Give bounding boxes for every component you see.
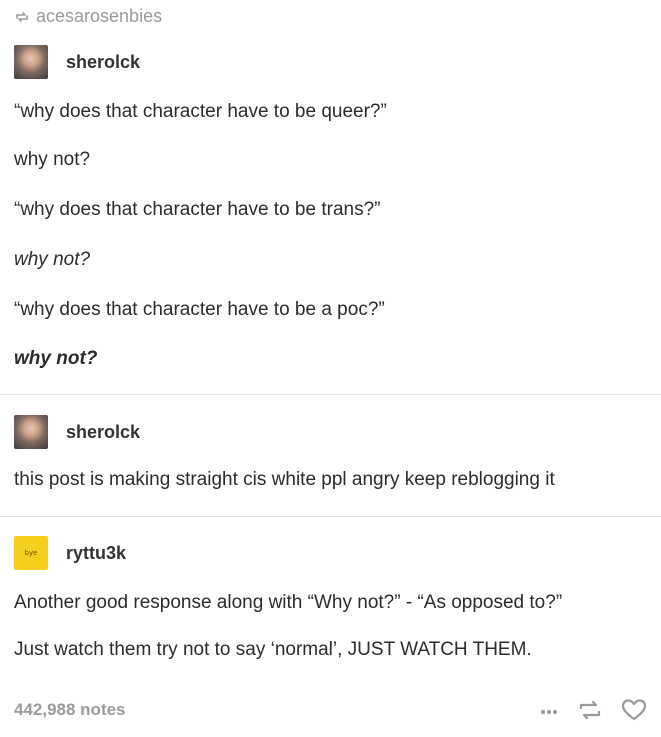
reblog-header[interactable]: acesarosenbies: [14, 6, 162, 27]
avatar[interactable]: bye: [14, 536, 48, 570]
post-3-line-1: Another good response along with “Why no…: [14, 592, 563, 613]
divider-2: [0, 516, 661, 517]
avatar[interactable]: [14, 415, 48, 449]
avatar-text: bye: [24, 549, 38, 557]
post-actions: [539, 698, 647, 722]
post-footer: 442,988 notes: [14, 694, 647, 726]
divider-1: [0, 394, 661, 395]
reblog-icon: [16, 11, 28, 22]
post-2-text: this post is making straight cis white p…: [14, 469, 555, 490]
post-1-line-2: why not?: [14, 149, 91, 170]
post-2: sherolck this post is making straight ci…: [14, 414, 647, 504]
post-2-user-row: sherolck: [14, 414, 647, 450]
notes-count[interactable]: 442,988 notes: [14, 700, 126, 720]
post-1-line-1: “why does that character have to be quee…: [14, 101, 387, 122]
post-1: sherolck “why does that character have t…: [14, 44, 647, 384]
post-1-username[interactable]: sherolck: [66, 52, 140, 73]
reblog-username[interactable]: acesarosenbies: [36, 6, 162, 27]
post-3-user-row: bye ryttu3k: [14, 535, 647, 571]
post-1-line-4: why not?: [14, 249, 91, 270]
post-1-line-3: “why does that character have to be tran…: [14, 199, 381, 220]
reblog-icon[interactable]: [577, 699, 603, 721]
more-icon[interactable]: [539, 700, 559, 720]
post-3: bye ryttu3k Another good response along …: [14, 535, 647, 675]
post-1-line-5: “why does that character have to be a po…: [14, 299, 385, 320]
post-1-user-row: sherolck: [14, 44, 647, 80]
post-3-line-2: Just watch them try not to say ‘normal’,…: [14, 639, 532, 660]
heart-icon[interactable]: [621, 698, 647, 722]
post-1-line-6: why not?: [14, 348, 98, 369]
avatar[interactable]: [14, 45, 48, 79]
post-3-username[interactable]: ryttu3k: [66, 543, 126, 564]
post-2-username[interactable]: sherolck: [66, 422, 140, 443]
